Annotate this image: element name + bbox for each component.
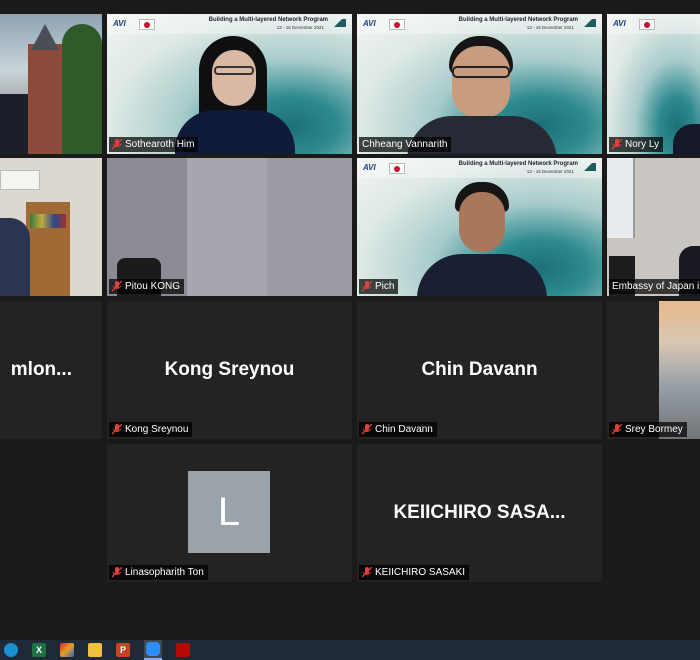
- person-shoulder: [0, 94, 28, 154]
- banner-date: 13 - 16 December 2021: [526, 25, 574, 30]
- mute-icon: [112, 281, 122, 292]
- zoom-icon: [146, 642, 160, 656]
- nameplate: Linasopharith Ton: [109, 565, 208, 580]
- video-tile-partial-name[interactable]: mlon...: [0, 301, 102, 439]
- nameplate: Chin Davann: [359, 422, 437, 437]
- participant-face: [459, 192, 505, 252]
- explorer-icon[interactable]: [88, 643, 102, 657]
- nameplate: Embassy of Japan i: [609, 279, 700, 294]
- avi-logo: AVI: [363, 163, 376, 172]
- video-tile-chin-davann[interactable]: Chin Davann Chin Davann: [357, 301, 602, 439]
- nameplate: Sothearoth Him: [109, 137, 199, 152]
- video-tile-keiichiro[interactable]: KEIICHIRO SASA... KEIICHIRO SASAKI: [357, 444, 602, 582]
- nameplate: Chheang Vannarith: [359, 137, 452, 152]
- participant-name: Chin Davann: [375, 424, 433, 435]
- participant-name: KEIICHIRO SASAKI: [375, 567, 466, 578]
- avatar: L: [188, 471, 270, 553]
- video-tile-kong-sreynou[interactable]: Kong Sreynou Kong Sreynou: [107, 301, 352, 439]
- participant-display-name: Chin Davann: [421, 359, 538, 380]
- mute-icon: [362, 281, 372, 292]
- tree: [62, 24, 102, 154]
- banner-date: 13 - 16 December 2021: [526, 169, 574, 174]
- air-conditioner: [0, 170, 40, 190]
- participant-name: Sothearoth Him: [125, 139, 195, 150]
- mountain-icon: [582, 19, 596, 27]
- window: [607, 158, 635, 238]
- participant-name: Embassy of Japan i: [612, 281, 700, 292]
- participant-name: Chheang Vannarith: [362, 139, 448, 150]
- mountain-icon: [332, 19, 346, 27]
- mute-icon: [362, 567, 372, 578]
- acrobat-icon[interactable]: [176, 643, 190, 657]
- video-tile-sothearoth[interactable]: AVI Building a Multi-layered Network Pro…: [107, 14, 352, 154]
- taskbar: X P: [0, 640, 700, 660]
- participant-name: Pitou KONG: [125, 281, 181, 292]
- participant-display-name: KEIICHIRO SASA...: [393, 502, 566, 523]
- avi-logo: AVI: [113, 19, 126, 28]
- video-tile-chheang[interactable]: AVI Building a Multi-layered Network Pro…: [357, 14, 602, 154]
- mute-icon: [112, 424, 122, 435]
- nameplate: Pitou KONG: [109, 279, 185, 294]
- participant-name: Pich: [375, 281, 395, 292]
- glasses-icon: [452, 66, 510, 78]
- glasses-icon: [214, 66, 254, 75]
- mute-icon: [112, 139, 122, 150]
- japan-flag-icon: [389, 163, 405, 174]
- video-tile-partial-left[interactable]: [0, 14, 102, 154]
- books: [30, 214, 66, 228]
- banner-title: Building a Multi-layered Network Program: [208, 17, 328, 23]
- mountain-icon: [582, 163, 596, 171]
- nameplate: KEIICHIRO SASAKI: [359, 565, 470, 580]
- banner-date: 13 - 16 December 2021: [276, 25, 324, 30]
- japan-flag-icon: [389, 19, 405, 30]
- excel-icon[interactable]: X: [32, 643, 46, 657]
- video-tile-pich[interactable]: AVI Building a Multi-layered Network Pro…: [357, 158, 602, 296]
- app-icon[interactable]: [60, 643, 74, 657]
- japan-flag-icon: [639, 19, 655, 30]
- video-tile-nory[interactable]: AVI Nory Ly: [607, 14, 700, 154]
- avi-logo: AVI: [613, 19, 626, 28]
- mute-icon: [362, 424, 372, 435]
- participant-display-name: Kong Sreynou: [164, 359, 295, 380]
- video-tile-embassy[interactable]: Embassy of Japan i: [607, 158, 700, 296]
- mute-icon: [112, 567, 122, 578]
- participant-name: Nory Ly: [625, 139, 660, 150]
- building-spire: [31, 24, 59, 50]
- person-shoulder: [0, 218, 30, 296]
- banner-title: Building a Multi-layered Network Program: [458, 161, 578, 167]
- nameplate: Pich: [359, 279, 399, 294]
- participant-name: Linasopharith Ton: [125, 567, 204, 578]
- video-tile-partial-left-2[interactable]: [0, 158, 102, 296]
- video-tile-linasopharith[interactable]: L Linasopharith Ton: [107, 444, 352, 582]
- nameplate: Srey Bormey: [609, 422, 687, 437]
- building-tower: [28, 44, 62, 154]
- avi-logo: AVI: [363, 19, 376, 28]
- video-tile-pitou[interactable]: Pitou KONG: [107, 158, 352, 296]
- city-view: [659, 301, 700, 439]
- participant-face: [212, 50, 256, 106]
- powerpoint-icon[interactable]: P: [116, 643, 130, 657]
- japan-flag-icon: [139, 19, 155, 30]
- participant-name: Kong Sreynou: [125, 424, 189, 435]
- participant-display-name: mlon...: [10, 359, 72, 380]
- wall-right: [187, 158, 267, 296]
- mute-icon: [612, 424, 622, 435]
- nameplate: Kong Sreynou: [109, 422, 193, 437]
- edge-icon[interactable]: [4, 643, 18, 657]
- nameplate: Nory Ly: [609, 137, 664, 152]
- video-tile-srey-bormey[interactable]: Srey Bormey: [607, 301, 700, 439]
- mute-icon: [612, 139, 622, 150]
- zoom-taskbar-item[interactable]: [144, 640, 162, 660]
- participant-face: [452, 46, 510, 118]
- participant-name: Srey Bormey: [625, 424, 683, 435]
- banner-title: Building a Multi-layered Network Program: [458, 17, 578, 23]
